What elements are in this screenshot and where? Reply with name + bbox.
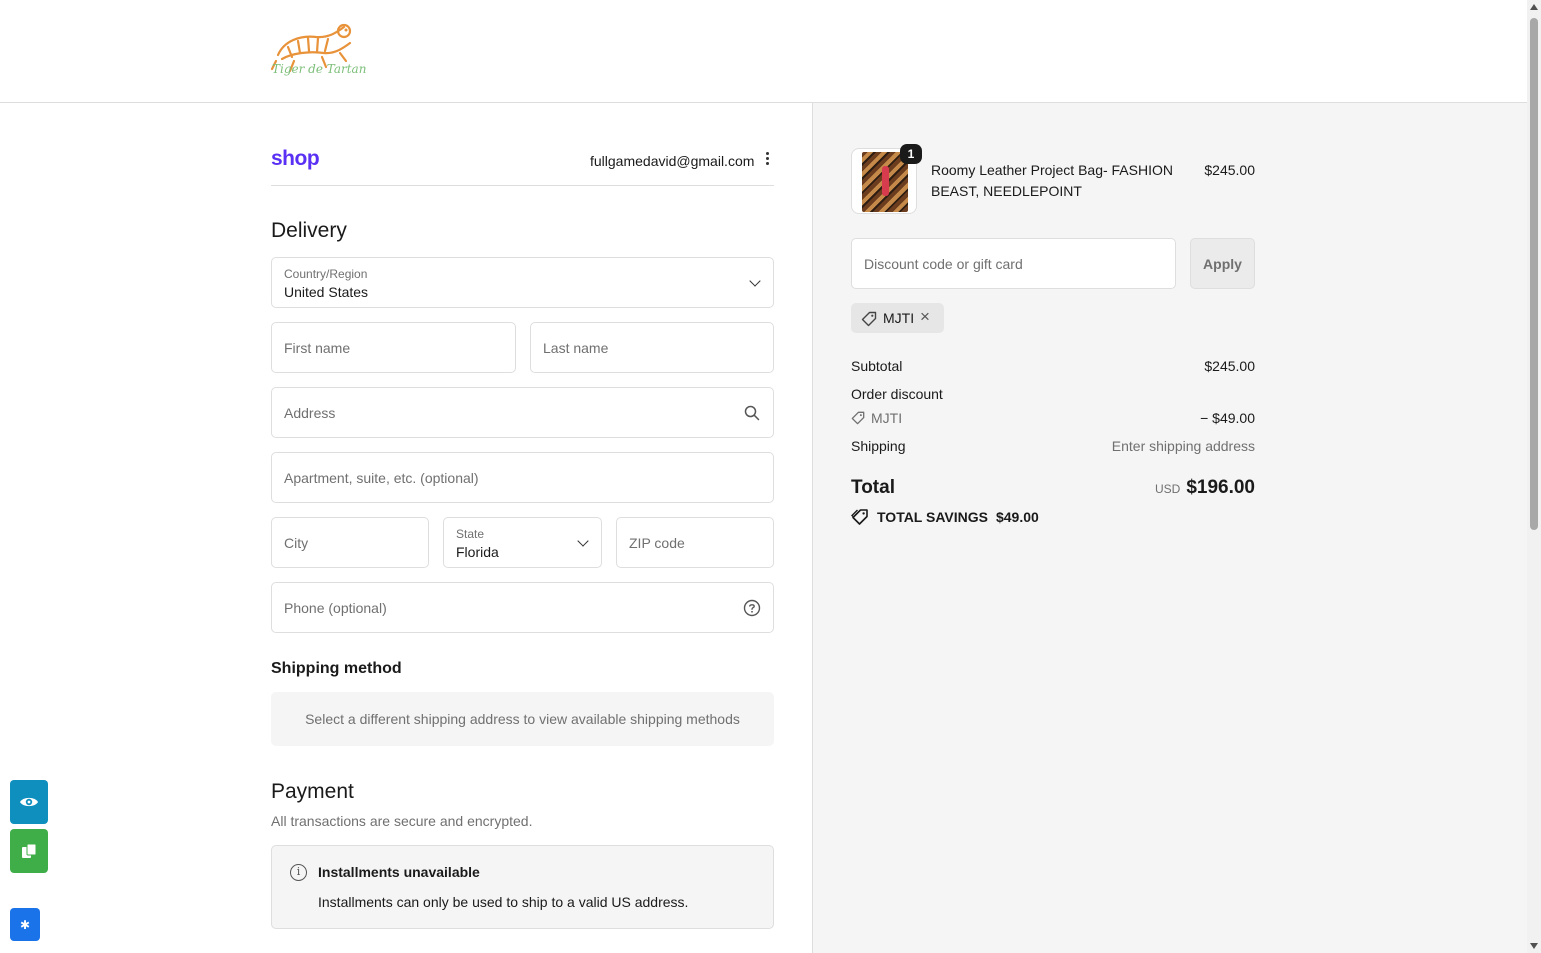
payment-subtitle: All transactions are secure and encrypte… — [271, 813, 533, 829]
country-select[interactable]: Country/Region United States — [271, 257, 774, 308]
order-summary-panel — [812, 103, 1527, 953]
payment-heading: Payment — [271, 780, 354, 803]
tag-icon — [851, 411, 865, 425]
shipping-value: Enter shipping address — [1111, 438, 1255, 454]
delivery-heading: Delivery — [271, 219, 347, 242]
logo-wordmark: Tiger de Tartan — [272, 62, 367, 76]
apartment-field[interactable]: Apartment, suite, etc. (optional) — [271, 452, 774, 503]
site-header: Tiger de Tartan — [0, 0, 1527, 103]
city-placeholder: City — [284, 534, 309, 551]
eye-icon[interactable] — [10, 780, 48, 824]
discount-code-row: MJTI − $49.00 — [851, 410, 1255, 426]
savings-tag-icon — [851, 509, 868, 525]
product-name: Roomy Leather Project Bag- FASHION BEAST… — [931, 162, 1173, 199]
quantity-badge: 1 — [900, 144, 922, 164]
applied-discount-chip: MJTI × — [851, 303, 944, 333]
divider — [271, 185, 774, 186]
scroll-up-arrow[interactable] — [1530, 4, 1538, 10]
info-icon: i — [290, 864, 307, 881]
close-icon[interactable]: × — [920, 307, 930, 327]
currency-code: USD — [1154, 482, 1181, 496]
apartment-placeholder: Apartment, suite, etc. (optional) — [284, 469, 479, 486]
discount-value: − $49.00 — [1200, 410, 1255, 426]
last-name-placeholder: Last name — [543, 339, 609, 356]
state-label: State — [456, 527, 485, 541]
apply-button[interactable]: Apply — [1190, 238, 1255, 289]
subtotal-label: Subtotal — [851, 358, 903, 374]
address-field[interactable]: Address — [271, 387, 774, 438]
notice-title: Installments unavailable — [318, 864, 480, 880]
state-select[interactable]: State Florida — [443, 517, 602, 568]
total-row: Total USD $196.00 — [851, 477, 1255, 499]
applied-code: MJTI — [883, 310, 915, 326]
total-value: $196.00 — [1186, 477, 1255, 498]
subtotal-value: $245.00 — [1204, 358, 1255, 374]
country-value: United States — [284, 284, 369, 300]
first-name-placeholder: First name — [284, 339, 351, 356]
shipping-label: Shipping — [851, 438, 906, 454]
subtotal-row: Subtotal $245.00 — [851, 358, 1255, 374]
page-scrollbar[interactable] — [1527, 0, 1541, 953]
gear-icon[interactable]: ✱ — [10, 908, 40, 941]
product-price: $245.00 — [1204, 162, 1255, 178]
installments-notice: i Installments unavailable Installments … — [271, 845, 774, 929]
address-placeholder: Address — [284, 404, 336, 421]
search-icon[interactable] — [744, 405, 760, 421]
state-value: Florida — [456, 544, 499, 560]
tag-icon — [861, 311, 877, 327]
first-name-field[interactable]: First name — [271, 322, 516, 373]
help-circle-icon[interactable] — [743, 599, 761, 617]
phone-placeholder: Phone (optional) — [284, 599, 387, 616]
account-email: fullgamedavid@gmail.com — [590, 153, 755, 169]
shop-pay-logo: shop — [271, 147, 320, 170]
shipping-row: Shipping Enter shipping address — [851, 438, 1255, 454]
copy-icon[interactable] — [10, 829, 48, 873]
scroll-thumb[interactable] — [1530, 18, 1538, 530]
order-discount-label: Order discount — [851, 386, 943, 402]
discount-placeholder: Discount code or gift card — [864, 255, 1023, 272]
chevron-down-icon — [577, 534, 589, 547]
savings-value: $49.00 — [995, 509, 1039, 525]
savings-label: TOTAL SAVINGS — [877, 509, 988, 525]
total-amount: USD $196.00 — [1155, 477, 1255, 499]
notice-text: Installments can only be used to ship to… — [318, 894, 689, 910]
discount-code-tag: MJTI — [851, 410, 902, 426]
discount-code-label: MJTI — [871, 410, 903, 426]
shipping-method-note: Select a different shipping address to v… — [271, 692, 774, 746]
country-label: Country/Region — [284, 267, 368, 281]
kebab-menu-icon[interactable] — [761, 152, 773, 170]
discount-code-input[interactable]: Discount code or gift card — [851, 238, 1176, 289]
zip-placeholder: ZIP code — [629, 534, 685, 551]
phone-field[interactable]: Phone (optional) — [271, 582, 774, 633]
last-name-field[interactable]: Last name — [530, 322, 774, 373]
scroll-down-arrow[interactable] — [1530, 943, 1538, 949]
order-discount-row: Order discount — [851, 386, 1255, 402]
shipping-method-heading: Shipping method — [271, 660, 402, 677]
chevron-down-icon — [749, 274, 761, 287]
total-label: Total — [851, 477, 895, 498]
total-savings: TOTAL SAVINGS $49.00 — [851, 508, 1039, 526]
city-field[interactable]: City — [271, 517, 429, 568]
zip-field[interactable]: ZIP code — [616, 517, 774, 568]
